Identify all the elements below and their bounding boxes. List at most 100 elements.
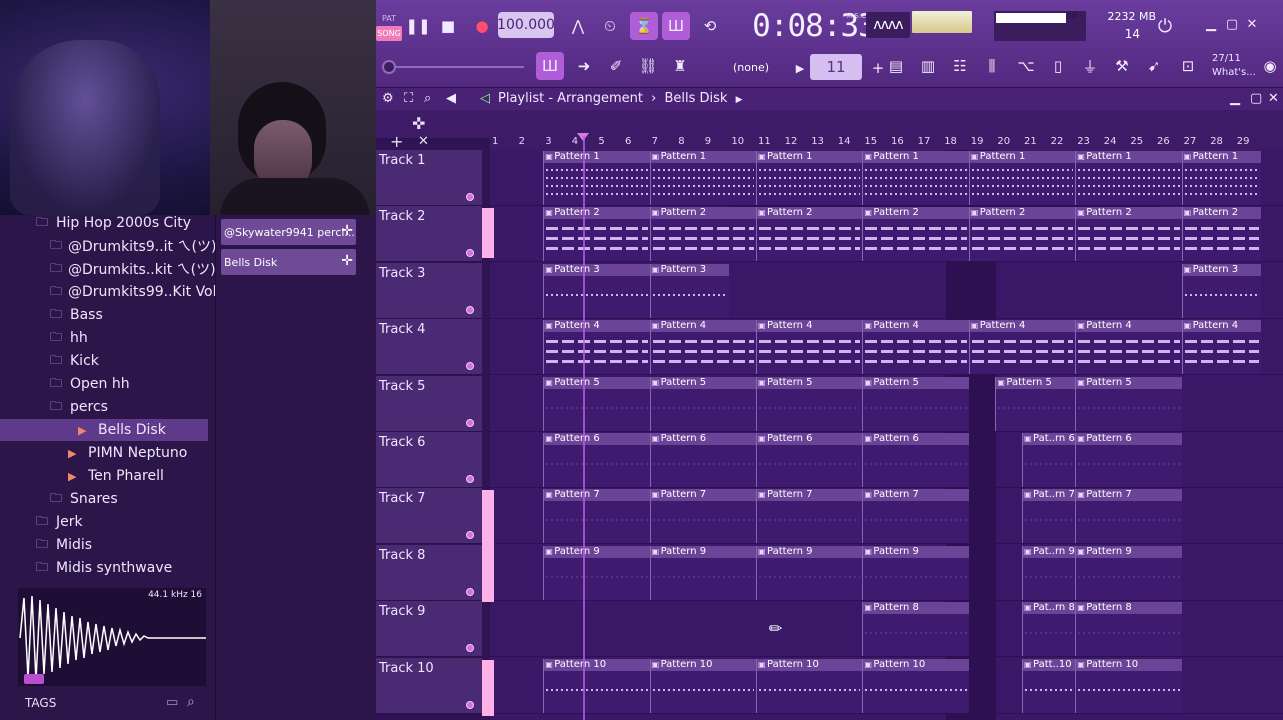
file-icon[interactable]: ▯: [1044, 52, 1072, 80]
track-mute-icon[interactable]: [466, 362, 474, 371]
tool-icon[interactable]: ✜: [412, 114, 425, 133]
pattern-clip[interactable]: Pattern 5: [543, 376, 650, 431]
track-header[interactable]: Track 4: [376, 319, 482, 376]
pattern-clip[interactable]: Pattern 6: [862, 433, 969, 487]
track-mute-icon[interactable]: [466, 305, 474, 314]
snap-selector[interactable]: (none): [720, 56, 782, 78]
browser-item[interactable]: 🗀 Bass: [0, 304, 208, 326]
pattern-clip[interactable]: Pattern 1: [1181, 151, 1262, 205]
pattern-clip[interactable]: Pattern 2: [862, 207, 969, 262]
channel-rack-icon[interactable]: ☷: [946, 52, 974, 80]
track-lane[interactable]: Pattern 10Pattern 10Pattern 10Pattern 10…: [490, 658, 1283, 714]
minimize-icon[interactable]: ▁: [1201, 14, 1221, 34]
track-header[interactable]: Track 9: [376, 601, 482, 658]
browser-item[interactable]: 🗀 percs: [0, 396, 208, 418]
pattern-clip[interactable]: Pattern 7: [649, 489, 756, 544]
loop-record-icon[interactable]: ⟲: [696, 12, 724, 40]
add-icon[interactable]: ✛: [341, 223, 353, 239]
browser-item[interactable]: 🗀 Open hh: [0, 373, 208, 395]
track-lane[interactable]: Pattern 2Pattern 2Pattern 2Pattern 2Patt…: [490, 206, 1283, 263]
tempo-display[interactable]: 100.000: [497, 12, 555, 38]
zoom-icon[interactable]: ⌕: [424, 91, 431, 106]
countdown-icon[interactable]: ⌛: [630, 12, 658, 40]
preview-play-icon[interactable]: [24, 674, 44, 684]
stop-button[interactable]: ■: [434, 12, 462, 40]
options-icon[interactable]: ⚙: [382, 91, 394, 106]
pattern-clip[interactable]: Pattern 3: [649, 263, 730, 318]
pattern-clip[interactable]: Pattern 2: [756, 207, 863, 262]
close-icon[interactable]: ✕: [1268, 91, 1279, 106]
pattern-clip[interactable]: Pattern 7: [543, 489, 650, 544]
track-header[interactable]: Track 6: [376, 432, 482, 488]
track-mute-icon[interactable]: [466, 700, 474, 709]
pattern-clip[interactable]: Pattern 1: [968, 151, 1076, 205]
pattern-clip[interactable]: Pattern 9: [862, 545, 969, 600]
pattern-clip[interactable]: Pattern 8: [862, 602, 969, 657]
piano-roll-icon[interactable]: ▥: [914, 52, 942, 80]
track-lane[interactable]: Pattern 7Pattern 7Pattern 7Pattern 7Pat.…: [490, 488, 1283, 545]
browser-item[interactable]: 🗀 @Drumkits..kit ㄟ(ツ)ㄏ: [0, 258, 230, 280]
pattern-clip[interactable]: Pattern 6: [543, 433, 650, 487]
pattern-clip[interactable]: Pattern 4: [968, 320, 1076, 375]
track-header[interactable]: Track 3: [376, 262, 482, 319]
add-track-icon[interactable]: +: [390, 132, 403, 151]
track-mute-icon[interactable]: [466, 193, 474, 201]
pattern-clip[interactable]: Pattern 9: [1075, 545, 1182, 600]
pattern-clip[interactable]: Pattern 7: [862, 489, 969, 544]
pattern-clip[interactable]: Pat..rn 9: [1022, 545, 1076, 600]
expand-icon[interactable]: ⛶: [404, 91, 413, 106]
track-mute-icon[interactable]: [466, 249, 474, 258]
arrangement-grid[interactable]: Pattern 1Pattern 1Pattern 1Pattern 1Patt…: [490, 150, 1283, 720]
maximize-icon[interactable]: ▢: [1222, 14, 1242, 34]
pattern-clip[interactable]: Pat..rn 6: [1022, 433, 1076, 487]
close-icon[interactable]: ✕: [1242, 14, 1262, 34]
pattern-clip[interactable]: Pattern 3: [543, 263, 650, 318]
track-lane[interactable]: Pattern 3Pattern 3Pattern 3: [490, 263, 1283, 319]
pattern-clip[interactable]: Pattern 5: [995, 376, 1076, 431]
metronome-icon[interactable]: ⋀: [564, 12, 592, 40]
search-icon[interactable]: ⌕: [187, 694, 195, 710]
pattern-clip[interactable]: Pattern 9: [756, 545, 863, 600]
track-header[interactable]: Track 10: [376, 657, 482, 714]
pattern-clip[interactable]: Pattern 9: [649, 545, 756, 600]
track-mute-icon[interactable]: [466, 644, 474, 653]
track-lane[interactable]: Pattern 5Pattern 5Pattern 5Pattern 5Patt…: [490, 376, 1283, 432]
pattern-clip[interactable]: Pat..rn 8: [1022, 602, 1076, 657]
pattern-clip[interactable]: Pattern 5: [1075, 376, 1182, 431]
channel-item[interactable]: Bells Disk ✛: [221, 249, 356, 275]
stamp-icon[interactable]: ♜: [666, 52, 694, 80]
pattern-clip[interactable]: Pattern 7: [1075, 489, 1182, 544]
delete-icon[interactable]: ✕: [418, 134, 429, 149]
pattern-clip[interactable]: Pattern 2: [543, 207, 650, 262]
timeline-ruler[interactable]: 1 2 3 4 5 6 7 8 9 10 11 12 13 14 15 16 17 18 19 20 21 22 23 24 2…: [490, 133, 1283, 150]
track-mute-icon[interactable]: [466, 531, 474, 540]
pattern-clip[interactable]: Pattern 1: [543, 151, 650, 205]
browser-item[interactable]: 🗀 Kick: [0, 350, 208, 372]
pattern-clip[interactable]: Pattern 9: [543, 545, 650, 600]
track-lane[interactable]: Pattern 1Pattern 1Pattern 1Pattern 1Patt…: [490, 150, 1283, 206]
restore-icon[interactable]: ▢: [1250, 91, 1262, 106]
wait-record-icon[interactable]: ⏲: [596, 12, 624, 40]
browser-item[interactable]: 🗀 Jerk: [0, 511, 208, 533]
shop-icon[interactable]: ⊡: [1174, 52, 1202, 80]
track-mute-icon[interactable]: [466, 587, 474, 596]
track-lane[interactable]: Pattern 9Pattern 9Pattern 9Pattern 9Pat.…: [490, 545, 1283, 601]
track-header[interactable]: Track 8: [376, 544, 482, 601]
minimize-icon[interactable]: ▁: [1230, 91, 1240, 106]
step-edit-icon[interactable]: Ш: [662, 12, 690, 40]
add-icon[interactable]: ✛: [341, 253, 353, 269]
browser-item[interactable]: 🗀 @Drumkits99..Kit Vol.2: [0, 281, 230, 303]
track-header[interactable]: Track 7: [376, 488, 482, 545]
help-icon[interactable]: ➹: [1140, 52, 1168, 80]
mixer-icon[interactable]: ⫼: [978, 52, 1006, 80]
record-button[interactable]: ●: [468, 12, 496, 40]
track-lane[interactable]: Pattern 4Pattern 4Pattern 4Pattern 4Patt…: [490, 319, 1283, 376]
pattern-clip[interactable]: Pattern 10: [756, 658, 863, 713]
pattern-clip[interactable]: Pat..rn 7: [1022, 489, 1076, 544]
playlist-view-icon[interactable]: Ш: [536, 52, 564, 80]
browser-item[interactable]: 🗀 @Drumkits9..it ㄟ(ツ)ㄏ: [0, 235, 230, 257]
track-header[interactable]: Track 1: [376, 150, 482, 206]
tools-icon[interactable]: ⚒: [1108, 52, 1136, 80]
pattern-clip[interactable]: Pattern 5: [862, 376, 969, 431]
account-icon[interactable]: ◉: [1256, 52, 1283, 80]
